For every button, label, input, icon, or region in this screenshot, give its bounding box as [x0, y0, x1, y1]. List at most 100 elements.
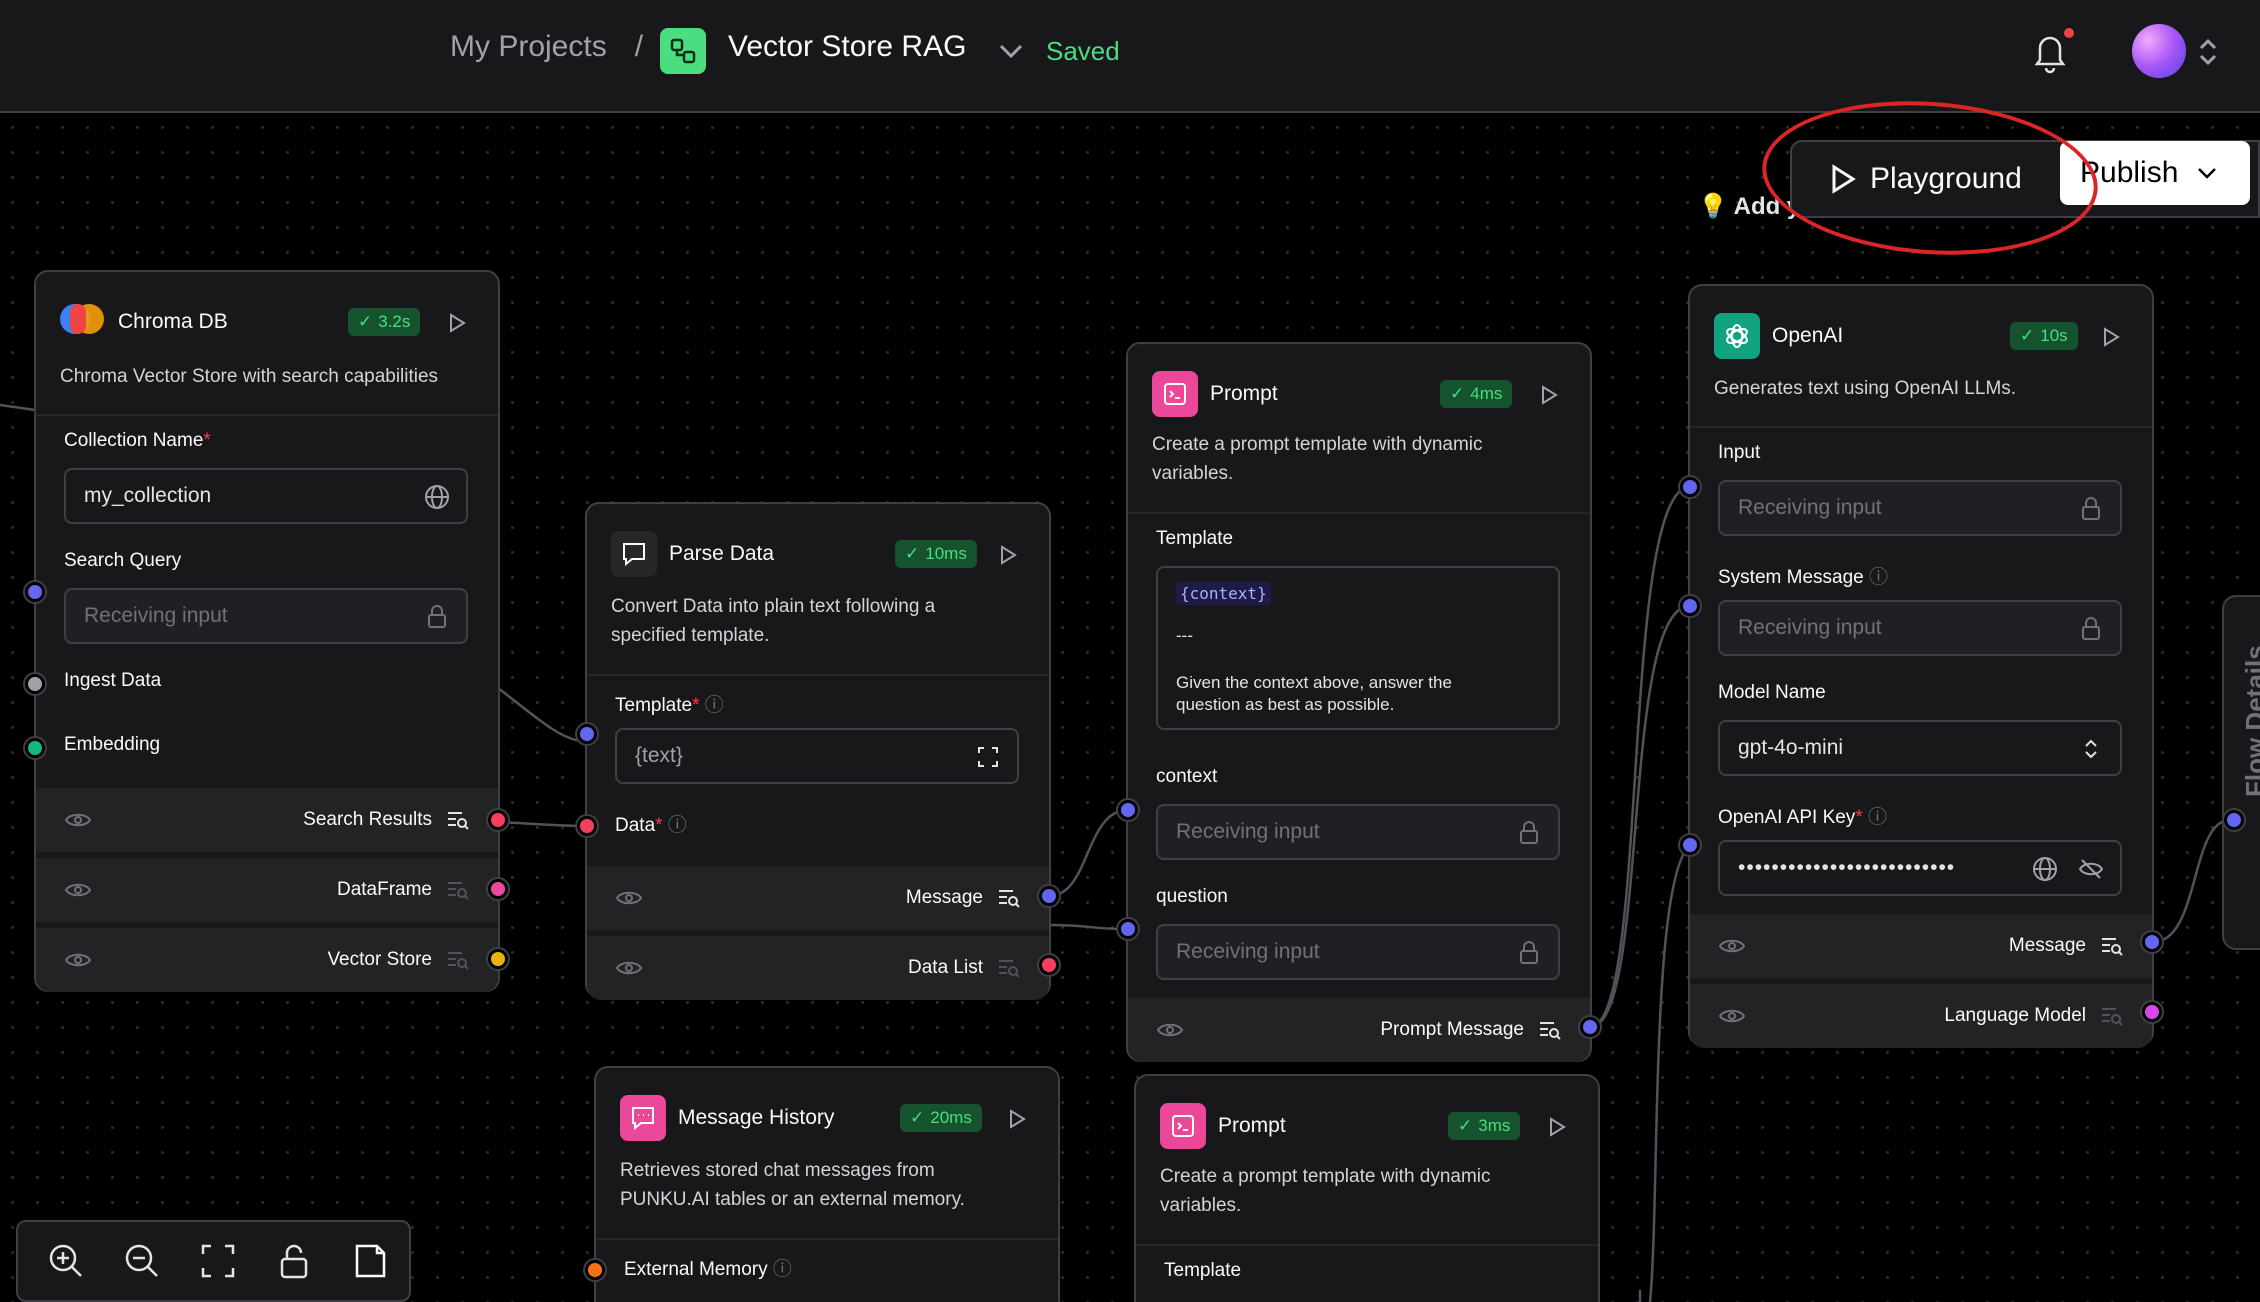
output-language-model[interactable]: Language Model — [1690, 984, 2152, 1048]
api-key-input[interactable]: •••••••••••••••••••••••••• — [1718, 840, 2122, 896]
chat-icon — [620, 1095, 666, 1141]
info-icon: ⓘ — [1869, 567, 1889, 588]
chevron-updown-icon[interactable] — [2078, 736, 2104, 762]
output-handle-language-model[interactable] — [2142, 1002, 2162, 1022]
output-vector-store[interactable]: Vector Store — [36, 928, 498, 992]
node-title: Chroma DB — [118, 310, 228, 333]
input-handle-question[interactable] — [1118, 919, 1138, 939]
output-message[interactable]: Message — [1690, 914, 2152, 978]
inspect-output-icon[interactable] — [2100, 1005, 2124, 1027]
context-input[interactable]: Receiving input — [1156, 804, 1560, 860]
output-data-list[interactable]: Data List — [587, 936, 1049, 1000]
output-search-results[interactable]: Search Results — [36, 788, 498, 852]
chevron-updown-icon[interactable] — [2196, 36, 2220, 68]
chevron-down-icon[interactable] — [996, 38, 1026, 62]
play-icon[interactable] — [1546, 1116, 1568, 1138]
output-handle-prompt-message[interactable] — [1580, 1017, 1600, 1037]
node-prompt[interactable]: Prompt ✓ 4ms Create a prompt template wit… — [1126, 342, 1592, 1062]
input-handle-search-query[interactable] — [25, 582, 45, 602]
breadcrumb-my-projects[interactable]: My Projects — [450, 30, 607, 64]
node-description: Convert Data into plain text following a… — [611, 596, 936, 646]
globe-icon[interactable] — [424, 484, 450, 510]
chevron-down-icon — [2198, 168, 2217, 179]
input-handle-context[interactable] — [1118, 800, 1138, 820]
question-input[interactable]: Receiving input — [1156, 924, 1560, 980]
zoom-out-icon[interactable] — [122, 1241, 162, 1281]
expand-icon[interactable] — [975, 744, 1001, 770]
eye-icon[interactable] — [64, 880, 92, 900]
zoom-in-icon[interactable] — [46, 1241, 86, 1281]
bell-icon[interactable] — [2030, 30, 2070, 74]
lock-icon — [1520, 821, 1538, 844]
template-input[interactable]: {text} — [615, 728, 1019, 784]
model-name-label: Model Name — [1718, 682, 1826, 703]
input-label: Input — [1718, 442, 1761, 463]
inspect-output-icon[interactable] — [446, 879, 470, 901]
output-handle-dataframe[interactable] — [488, 879, 508, 899]
node-chroma-db[interactable]: Chroma DB ✓ 3.2s Chroma Vector Store with… — [34, 270, 500, 992]
output-handle-vector-store[interactable] — [488, 949, 508, 969]
model-name-select[interactable]: gpt-4o-mini — [1718, 720, 2122, 776]
input-handle-flow-details[interactable] — [2224, 810, 2244, 830]
search-query-label: Search Query — [64, 550, 182, 571]
input-handle-external-memory[interactable] — [585, 1260, 605, 1280]
node-parse-data[interactable]: Parse Data ✓ 10ms Convert Data into plain… — [585, 502, 1051, 1000]
inspect-output-icon[interactable] — [446, 809, 470, 831]
globe-icon[interactable] — [2032, 856, 2058, 882]
breadcrumb-separator: / — [634, 30, 644, 63]
template-label: Template* ⓘ — [615, 695, 724, 716]
node-prompt-2[interactable]: Prompt ✓ 3ms Create a prompt template wit… — [1134, 1074, 1600, 1302]
external-memory-label: External Memory ⓘ — [624, 1259, 792, 1280]
system-message-label: System Message ⓘ — [1718, 567, 1889, 588]
eye-icon[interactable] — [615, 958, 643, 978]
eye-off-icon[interactable] — [2078, 856, 2104, 882]
input-handle-ingest-data[interactable] — [25, 674, 45, 694]
output-dataframe[interactable]: DataFrame — [36, 858, 498, 922]
play-icon[interactable] — [997, 544, 1019, 566]
inspect-output-icon[interactable] — [997, 957, 1021, 979]
node-description: Create a prompt template with dynamic var… — [1160, 1166, 1491, 1216]
fit-view-icon[interactable] — [198, 1241, 238, 1281]
eye-icon[interactable] — [1156, 1020, 1184, 1040]
template-editor[interactable]: {context} --- Given the context above, a… — [1156, 566, 1560, 730]
inspect-output-icon[interactable] — [446, 949, 470, 971]
search-query-input[interactable]: Receiving input — [64, 588, 468, 644]
eye-icon[interactable] — [1718, 1006, 1746, 1026]
inspect-output-icon[interactable] — [997, 887, 1021, 909]
eye-icon[interactable] — [1718, 936, 1746, 956]
play-icon[interactable] — [1006, 1108, 1028, 1130]
play-icon[interactable] — [1538, 384, 1560, 406]
collection-name-label: Collection Name* — [64, 430, 211, 451]
eye-icon[interactable] — [615, 888, 643, 908]
input-handle-embedding[interactable] — [25, 738, 45, 758]
collection-name-input[interactable]: my_collection — [64, 468, 468, 524]
input-handle-api-key[interactable] — [1680, 835, 1700, 855]
node-message-history[interactable]: Message History ✓ 20ms Retrieves stored c… — [594, 1066, 1060, 1302]
input-handle-data[interactable] — [577, 816, 597, 836]
eye-icon[interactable] — [64, 950, 92, 970]
output-handle-data-list[interactable] — [1039, 955, 1059, 975]
inspect-output-icon[interactable] — [2100, 935, 2124, 957]
eye-icon[interactable] — [64, 810, 92, 830]
play-icon[interactable] — [446, 312, 468, 334]
node-title: Message History — [678, 1106, 835, 1129]
input-handle-template[interactable] — [577, 724, 597, 744]
output-handle-message[interactable] — [2142, 932, 2162, 952]
output-prompt-message[interactable]: Prompt Message — [1128, 998, 1590, 1062]
inspect-output-icon[interactable] — [1538, 1019, 1562, 1041]
node-openai[interactable]: OpenAI ✓ 10s Generates text using OpenAI … — [1688, 284, 2154, 1048]
input-handle-input[interactable] — [1680, 477, 1700, 497]
input-handle-system-message[interactable] — [1680, 596, 1700, 616]
template-text: Given the context above, answer the quest… — [1176, 673, 1452, 714]
output-handle-search-results[interactable] — [488, 810, 508, 830]
note-icon[interactable] — [350, 1241, 390, 1281]
output-message[interactable]: Message — [587, 866, 1049, 930]
play-icon[interactable] — [2100, 326, 2122, 348]
flow-details-panel-tab[interactable]: Flow Details — [2222, 595, 2260, 950]
unlock-icon[interactable] — [274, 1241, 314, 1281]
project-name[interactable]: Vector Store RAG — [728, 30, 966, 64]
output-handle-message[interactable] — [1039, 886, 1059, 906]
avatar[interactable] — [2132, 24, 2186, 78]
input-field[interactable]: Receiving input — [1718, 480, 2122, 536]
system-message-input[interactable]: Receiving input — [1718, 600, 2122, 656]
